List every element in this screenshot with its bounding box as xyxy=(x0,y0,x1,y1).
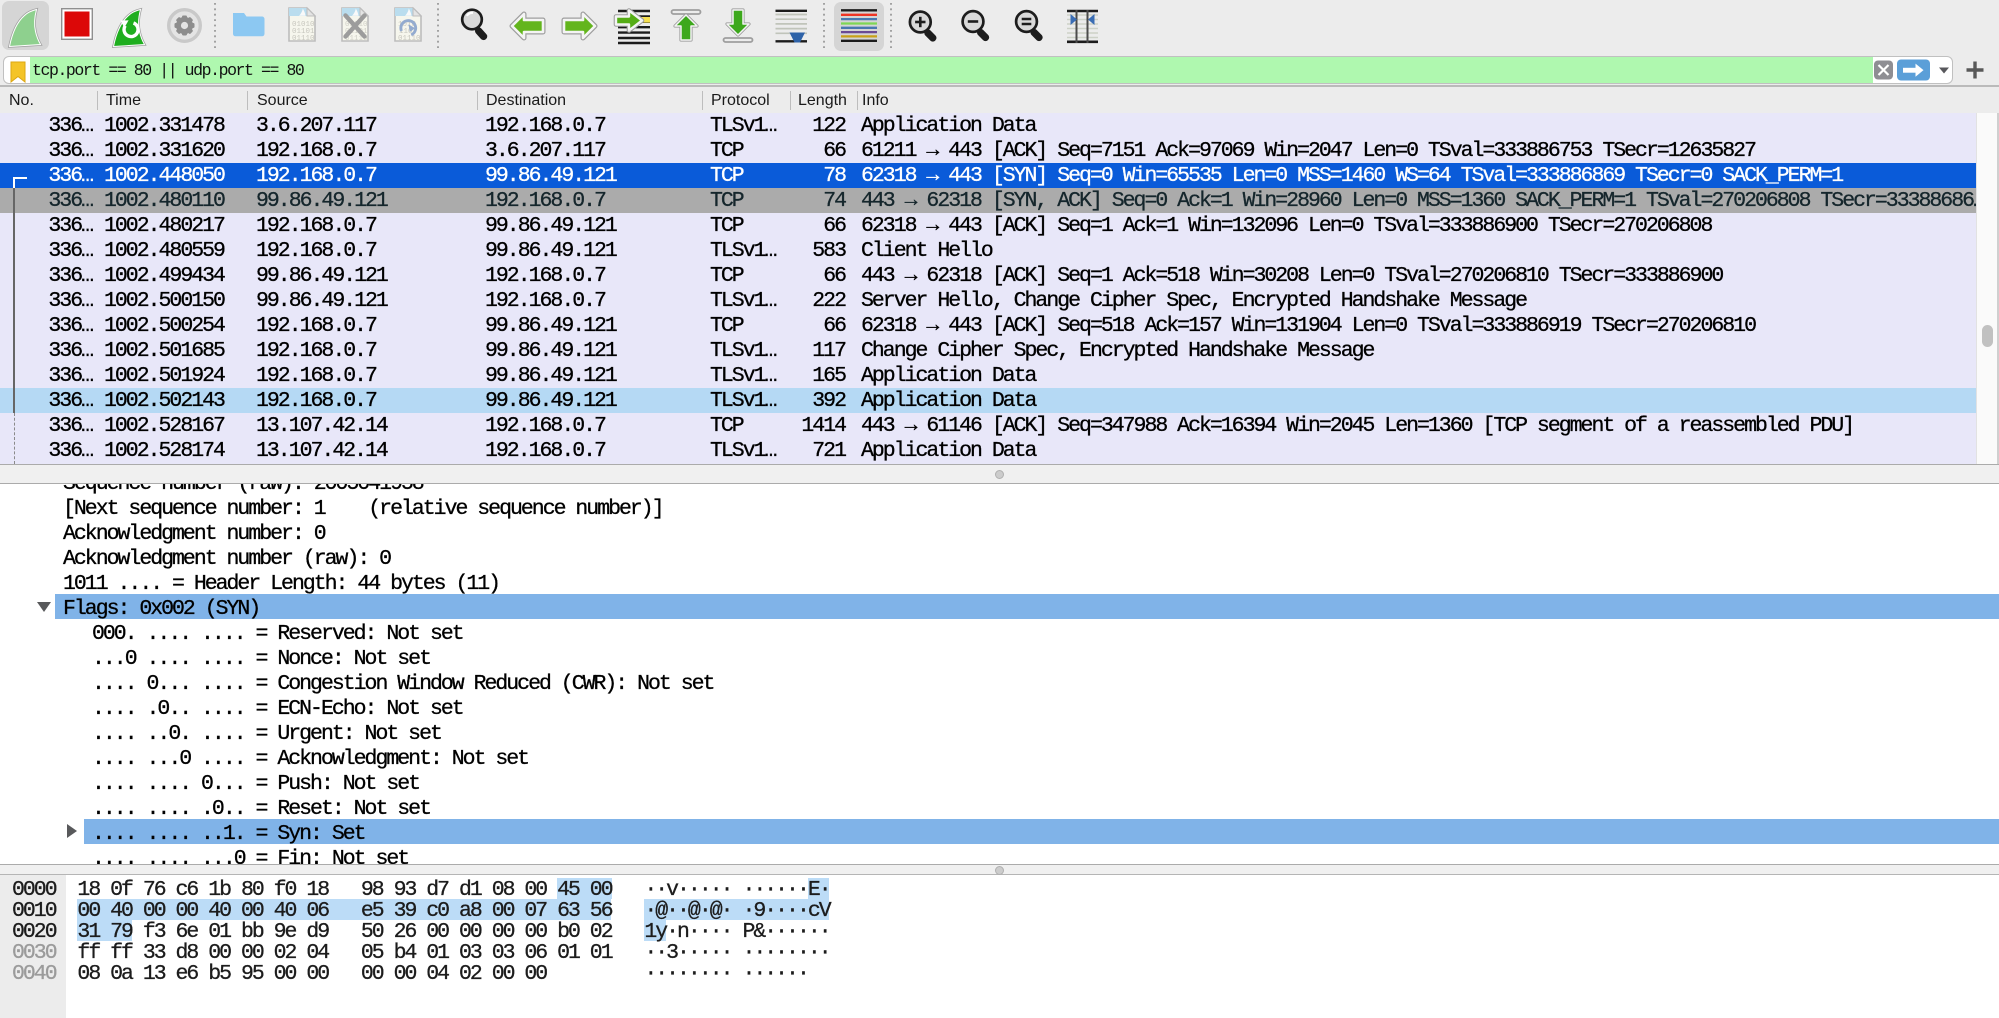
svg-text:01110: 01110 xyxy=(292,35,315,43)
svg-text:01110: 01110 xyxy=(398,35,421,43)
